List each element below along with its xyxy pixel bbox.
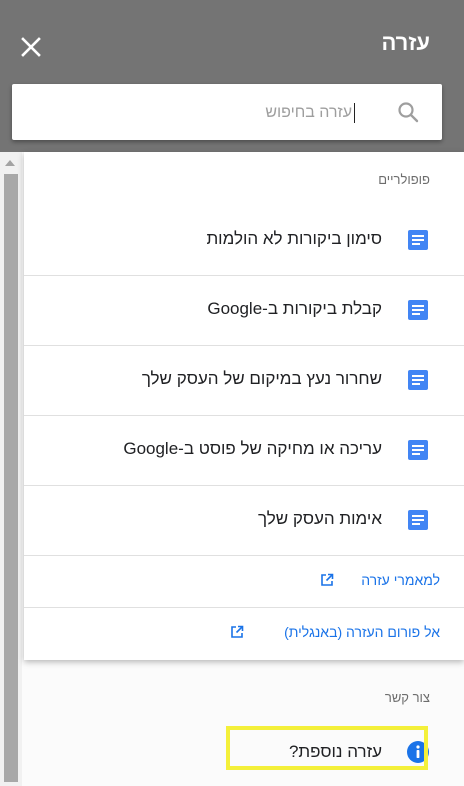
close-icon[interactable] [20,36,42,58]
scrollbar[interactable] [0,152,22,786]
document-icon [408,370,428,390]
external-link-icon [321,573,334,586]
document-icon [408,300,428,320]
highlight-box [226,726,428,770]
list-item-label: עריכה או מחיקה של פוסט ב-Google [123,439,382,458]
contact-section-label: צור קשר [384,690,430,705]
list-item-label: שחרור נעץ במיקום של העסק שלך [141,369,382,388]
list-item-label: סימון ביקורות לא הולמות [206,229,382,248]
search-box [12,84,442,140]
list-item[interactable]: שחרור נעץ במיקום של העסק שלך [24,346,464,416]
list-item-label: קבלת ביקורות ב-Google [207,299,382,318]
list-item[interactable]: קבלת ביקורות ב-Google [24,276,464,346]
scroll-up-icon[interactable] [5,160,15,166]
document-icon [408,230,428,250]
help-articles-link[interactable]: למאמרי עזרה [24,556,464,606]
list-item[interactable]: סימון ביקורות לא הולמות [24,206,464,276]
help-forum-link[interactable]: אל פורום העזרה (באנגלית) [24,608,464,658]
text-caret [354,103,355,123]
list-item[interactable]: עריכה או מחיקה של פוסט ב-Google [24,416,464,486]
document-icon [408,510,428,530]
help-popular-card: פופולריים סימון ביקורות לא הולמות קבלת ב… [24,152,464,660]
search-icon[interactable] [396,100,420,124]
help-header: עזרה [0,0,464,152]
list-item[interactable]: אימות העסק שלך [24,486,464,556]
search-input[interactable] [50,96,354,130]
list-item-label: אימות העסק שלך [257,509,382,528]
help-articles-link-label: למאמרי עזרה [361,572,440,588]
page-title: עזרה [381,30,430,55]
scrollbar-thumb[interactable] [4,174,18,782]
help-forum-link-label: אל פורום העזרה (באנגלית) [284,624,440,640]
external-link-icon [231,625,244,638]
document-icon [408,440,428,460]
popular-section-label: פופולריים [378,172,430,187]
